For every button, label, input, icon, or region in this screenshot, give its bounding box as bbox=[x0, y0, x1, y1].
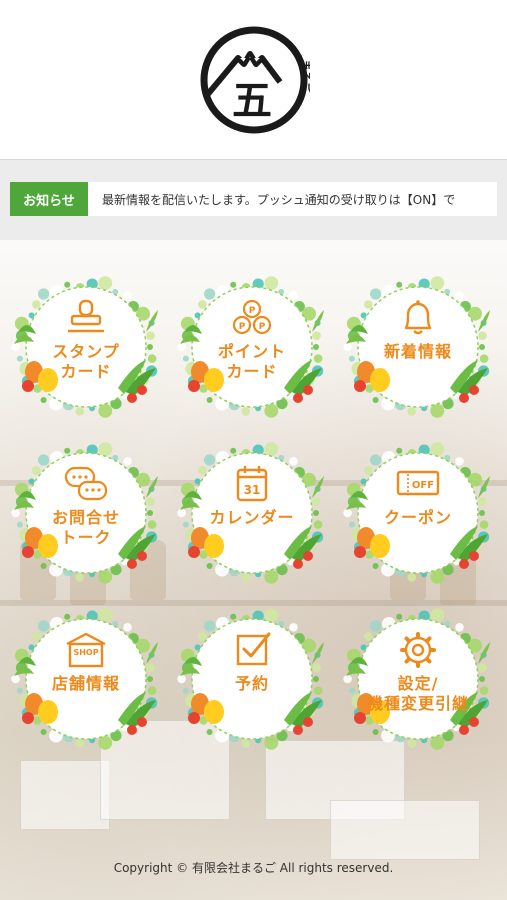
news-ticker[interactable]: お知らせ 最新情報を配信いたします。プッシュ通知の受け取りは【ON】で bbox=[10, 182, 497, 216]
menu-button-1[interactable]: スタンプ カード bbox=[6, 272, 166, 422]
maru-go-logo: 五 まるご bbox=[200, 26, 310, 133]
logo-text: まるご bbox=[299, 59, 310, 93]
menu-button-3[interactable]: 新着情報 bbox=[338, 272, 498, 422]
menu-button-label: スタンプ カード bbox=[52, 342, 120, 381]
svg-text:31: 31 bbox=[244, 483, 261, 497]
menu-button-label: 新着情報 bbox=[383, 342, 452, 361]
shop-icon: SHOP bbox=[66, 632, 106, 668]
menu-button-7[interactable]: SHOP 店舗情報 bbox=[6, 604, 166, 754]
bell-icon bbox=[404, 300, 432, 335]
svg-text:P: P bbox=[249, 306, 256, 316]
svg-text:P: P bbox=[259, 322, 266, 332]
menu-button-label: 予約 bbox=[234, 674, 269, 693]
svg-text:P: P bbox=[239, 322, 246, 332]
menu-button-label: ポイント カード bbox=[217, 342, 286, 381]
menu-button-9[interactable]: 設定/ 機種変更引継 bbox=[338, 604, 498, 754]
menu-button-label: 店舗情報 bbox=[51, 674, 120, 693]
menu-button-label: お問合せ トーク bbox=[51, 508, 120, 547]
svg-text:OFF: OFF bbox=[412, 480, 434, 491]
menu-button-8[interactable]: 予約 bbox=[172, 604, 332, 754]
footer-copyright: Copyright © 有限会社まるご All rights reserved. bbox=[113, 860, 394, 875]
menu-button-label: クーポン bbox=[383, 508, 452, 527]
news-label: お知らせ bbox=[10, 182, 88, 216]
calendar-icon: 31 bbox=[236, 466, 268, 502]
menu-button-label: カレンダー bbox=[209, 508, 295, 527]
menu-button-label: 設定/ 機種変更引継 bbox=[366, 674, 469, 713]
logo-kanji: 五 bbox=[232, 78, 272, 124]
coupon-ticket-icon: OFF bbox=[396, 470, 440, 496]
menu-button-4[interactable]: お問合せ トーク bbox=[6, 438, 166, 588]
news-text: 最新情報を配信いたします。プッシュ通知の受け取りは【ON】で bbox=[102, 192, 456, 207]
app-header: 五 まるご bbox=[0, 0, 507, 160]
chat-bubbles-icon bbox=[64, 466, 108, 501]
svg-text:SHOP: SHOP bbox=[73, 648, 98, 657]
point-coins-icon: PP P bbox=[232, 299, 272, 335]
gear-icon bbox=[400, 632, 436, 668]
menu-button-5[interactable]: 31 カレンダー bbox=[172, 438, 332, 588]
news-band: お知らせ 最新情報を配信いたします。プッシュ通知の受け取りは【ON】で bbox=[0, 160, 507, 240]
checkbox-icon bbox=[236, 632, 271, 666]
menu-button-6[interactable]: OFF クーポン bbox=[338, 438, 498, 588]
stamp-icon bbox=[68, 299, 104, 333]
menu-button-2[interactable]: P P P ポイント カード bbox=[172, 272, 332, 422]
